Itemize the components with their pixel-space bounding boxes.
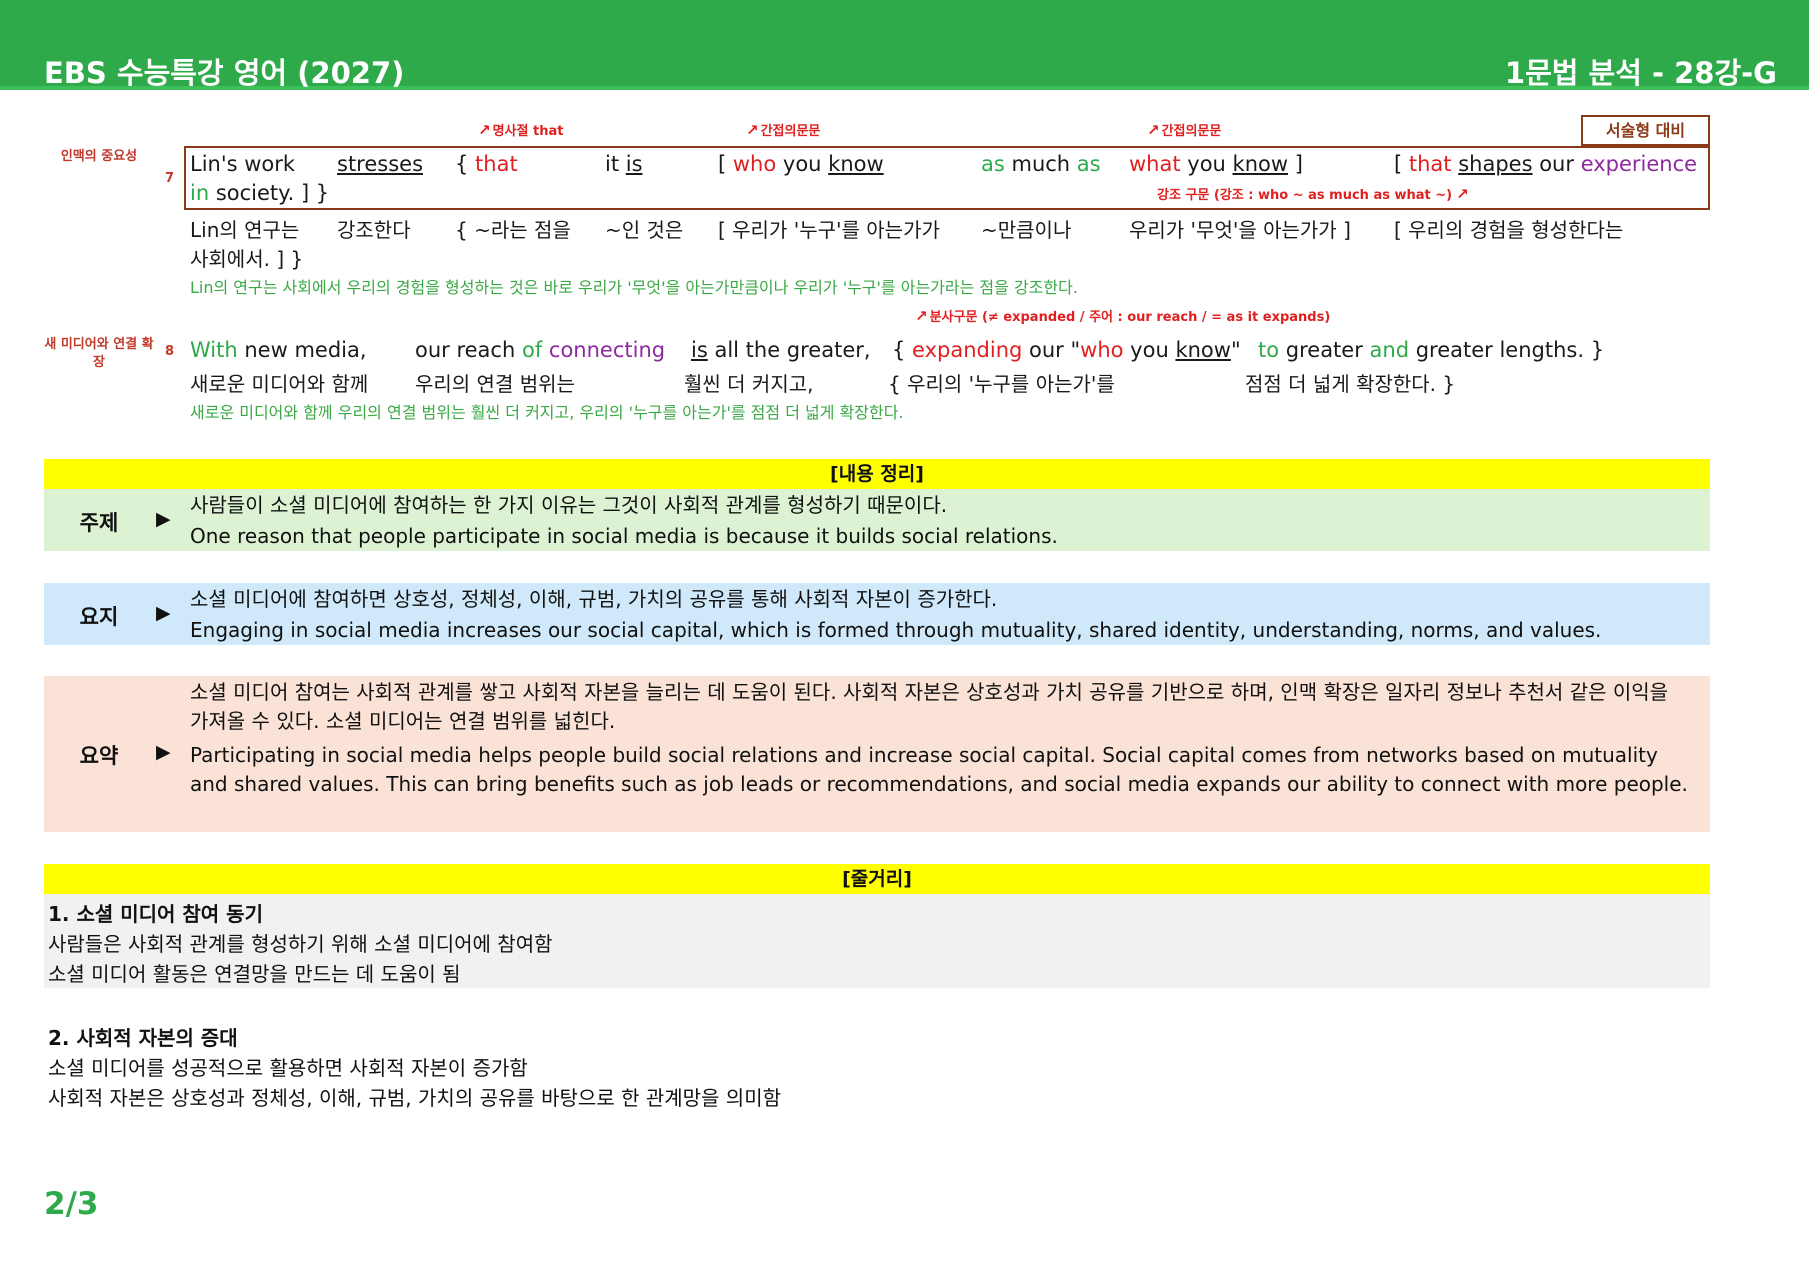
gist-label: 요지 — [79, 605, 119, 629]
curved-arrow-icon: ↗ — [915, 307, 928, 325]
triangle-right-icon: ▶ — [156, 741, 171, 763]
s7-ko-in-society: 사회에서. ] } — [190, 247, 304, 271]
s7-ko-verb: 강조한다 — [337, 218, 411, 242]
grammar-note-indirect-question-1: ↗ 간접의문문 — [746, 121, 821, 139]
topic-text: 사람들이 소셜 미디어에 참여하는 한 가지 이유는 그것이 사회적 관계를 형… — [190, 493, 1058, 548]
page-header: EBS 수능특강 영어 (2027) 1문법 분석 - 28강-G — [0, 0, 1809, 90]
topic-row: 주제 ▶ 사람들이 소셜 미디어에 참여하는 한 가지 이유는 그것이 사회적 … — [44, 489, 1710, 551]
s8-ko-participle: { 우리의 '누구를 아는가'를 — [888, 372, 1115, 396]
outline-part-1-title: 1. 소셜 미디어 참여 동기 — [48, 902, 263, 926]
s8-en-lengths: to greater and greater lengths. } — [1258, 338, 1605, 362]
s8-ko-subject: 우리의 연결 범위는 — [415, 372, 575, 396]
s8-en-participle: { expanding our "who you know" — [892, 338, 1241, 362]
s7-ko-what-clause: 우리가 '무엇'을 아는가가 ] — [1129, 218, 1351, 242]
s7-en-that-clause: { that — [455, 152, 518, 176]
outline-part-1-line-1: 사람들은 사회적 관계를 형성하기 위해 소셜 미디어에 참여함 — [48, 932, 553, 956]
s7-en-verb: stresses — [337, 152, 424, 176]
s7-ko-it-is: ~인 것은 — [605, 218, 684, 242]
s7-en-in-society: in society. ] } — [190, 181, 330, 205]
s8-en-with-new-media: With new media, — [190, 338, 367, 362]
s7-en-it-is: it is — [605, 152, 643, 176]
sentence-7-number: 7 — [165, 171, 175, 186]
gist-text: 소셜 미디어에 참여하면 상호성, 정체성, 이해, 규범, 가치의 공유를 통… — [190, 587, 1602, 642]
essay-prep-badge: 서술형 대비 — [1581, 115, 1710, 146]
sentence-8-number: 8 — [165, 344, 175, 359]
sentence-7-topic: 인맥의 중요성 — [60, 149, 138, 164]
outline-part-1: 1. 소셜 미디어 참여 동기 사람들은 사회적 관계를 형성하기 위해 소셜 … — [44, 894, 1710, 988]
s7-en-what-clause: what you know ] — [1129, 152, 1303, 176]
outline-part-2: 2. 사회적 자본의 증대 소셜 미디어를 성공적으로 활용하면 사회적 자본이… — [44, 1020, 1710, 1114]
s7-ko-who-clause: [ 우리가 '누구'를 아는가가 — [718, 218, 940, 242]
s7-en-subject: Lin's work — [190, 152, 296, 176]
grammar-note-noun-clause: ↗ 명사절 that — [478, 121, 564, 139]
gist-row: 요지 ▶ 소셜 미디어에 참여하면 상호성, 정체성, 이해, 규범, 가치의 … — [44, 583, 1710, 645]
grammar-note-indirect-question-2: ↗ 간접의문문 — [1147, 121, 1222, 139]
s7-ko-that-clause: { ~라는 점을 — [455, 218, 571, 242]
outline-part-2-line-1: 소셜 미디어를 성공적으로 활용하면 사회적 자본이 증가함 — [48, 1056, 528, 1080]
s7-ko-subject: Lin의 연구는 — [190, 218, 300, 242]
outline-part-2-title: 2. 사회적 자본의 증대 — [48, 1026, 238, 1050]
abstract-text: 소셜 미디어 참여는 사회적 관계를 쌓고 사회적 자본을 늘리는 데 도움이 … — [190, 680, 1688, 796]
grammar-note-emphasis: 강조 구문 (강조 : who ~ as much as what ~) ↗ — [1157, 185, 1469, 203]
page-number: 2/3 — [44, 1186, 99, 1222]
s7-en-that-shapes: [ that shapes our experience — [1394, 152, 1698, 176]
s7-ko-that-shapes: [ 우리의 경험을 형성한다는 — [1394, 218, 1624, 242]
s7-translation: Lin의 연구는 사회에서 우리의 경험을 형성하는 것은 바로 우리가 '무엇… — [190, 278, 1078, 297]
s7-ko-as-much-as: ~만큼이나 — [981, 218, 1072, 242]
s8-translation: 새로운 미디어와 함께 우리의 연결 범위는 훨씬 더 커지고, 우리의 '누구… — [190, 403, 904, 422]
outline-part-1-line-2: 소셜 미디어 활동은 연결망을 만드는 데 도움이 됨 — [48, 962, 461, 986]
s8-ko-with-new-media: 새로운 미디어와 함께 — [190, 372, 369, 396]
triangle-right-icon: ▶ — [156, 508, 171, 530]
s7-en-who-clause: [ who you know — [718, 152, 884, 176]
abstract-row: 요약 ▶ 소셜 미디어 참여는 사회적 관계를 쌓고 사회적 자본을 늘리는 데… — [44, 676, 1710, 832]
curved-arrow-icon: ↗ — [1147, 121, 1160, 139]
curved-arrow-icon: ↗ — [1456, 185, 1469, 203]
triangle-right-icon: ▶ — [156, 602, 171, 624]
curved-arrow-icon: ↗ — [746, 121, 759, 139]
sentence-8-topic: 새 미디어와 연결 확장 — [44, 337, 154, 370]
s7-en-as-much-as: as much as — [981, 152, 1101, 176]
s8-ko-verb: 훨씬 더 커지고, — [684, 372, 814, 396]
s8-ko-lengths: 점점 더 넓게 확장한다. } — [1245, 372, 1456, 396]
s8-en-subject: our reach of connecting — [415, 338, 666, 362]
topic-label: 주제 — [79, 511, 119, 535]
grammar-note-participle: ↗ 분사구문 (≠ expanded / 주어 : our reach / = a… — [915, 307, 1331, 325]
outline-header: [줄거리] — [44, 864, 1710, 894]
book-title: EBS 수능특강 영어 (2027) — [44, 56, 405, 90]
outline-part-2-line-2: 사회적 자본은 상호성과 정체성, 이해, 규범, 가치의 공유를 바탕으로 한… — [48, 1086, 782, 1110]
curved-arrow-icon: ↗ — [478, 121, 491, 139]
summary-header: [내용 정리] — [44, 459, 1710, 489]
section-title: 1문법 분석 - 28강-G — [1504, 56, 1777, 90]
abstract-label: 요약 — [79, 744, 119, 768]
s8-en-verb: is all the greater, — [691, 338, 871, 362]
